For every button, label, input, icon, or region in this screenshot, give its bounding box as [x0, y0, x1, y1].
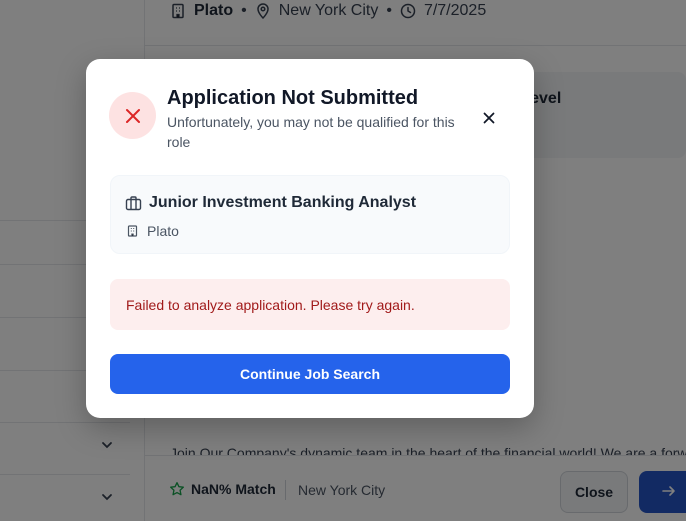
error-message: Failed to analyze application. Please tr…: [126, 296, 415, 313]
job-title: Junior Investment Banking Analyst: [149, 194, 417, 211]
modal-title: Application Not Submitted: [167, 87, 419, 109]
job-company: Plato: [147, 223, 179, 239]
error-status-icon: [109, 92, 156, 139]
application-result-modal: Application Not Submitted Unfortunately,…: [86, 59, 534, 418]
modal-subtitle: Unfortunately, you may not be qualified …: [167, 114, 455, 150]
briefcase-icon: [125, 196, 142, 211]
x-mark-icon: [125, 108, 140, 123]
continue-job-search-button[interactable]: Continue Job Search: [110, 354, 510, 394]
error-alert: Failed to analyze application. Please tr…: [110, 279, 510, 330]
modal-close-button[interactable]: [478, 107, 500, 129]
close-icon: [483, 112, 495, 124]
building-icon: [127, 225, 138, 237]
job-summary-card: Junior Investment Banking Analyst Plato: [110, 175, 510, 254]
